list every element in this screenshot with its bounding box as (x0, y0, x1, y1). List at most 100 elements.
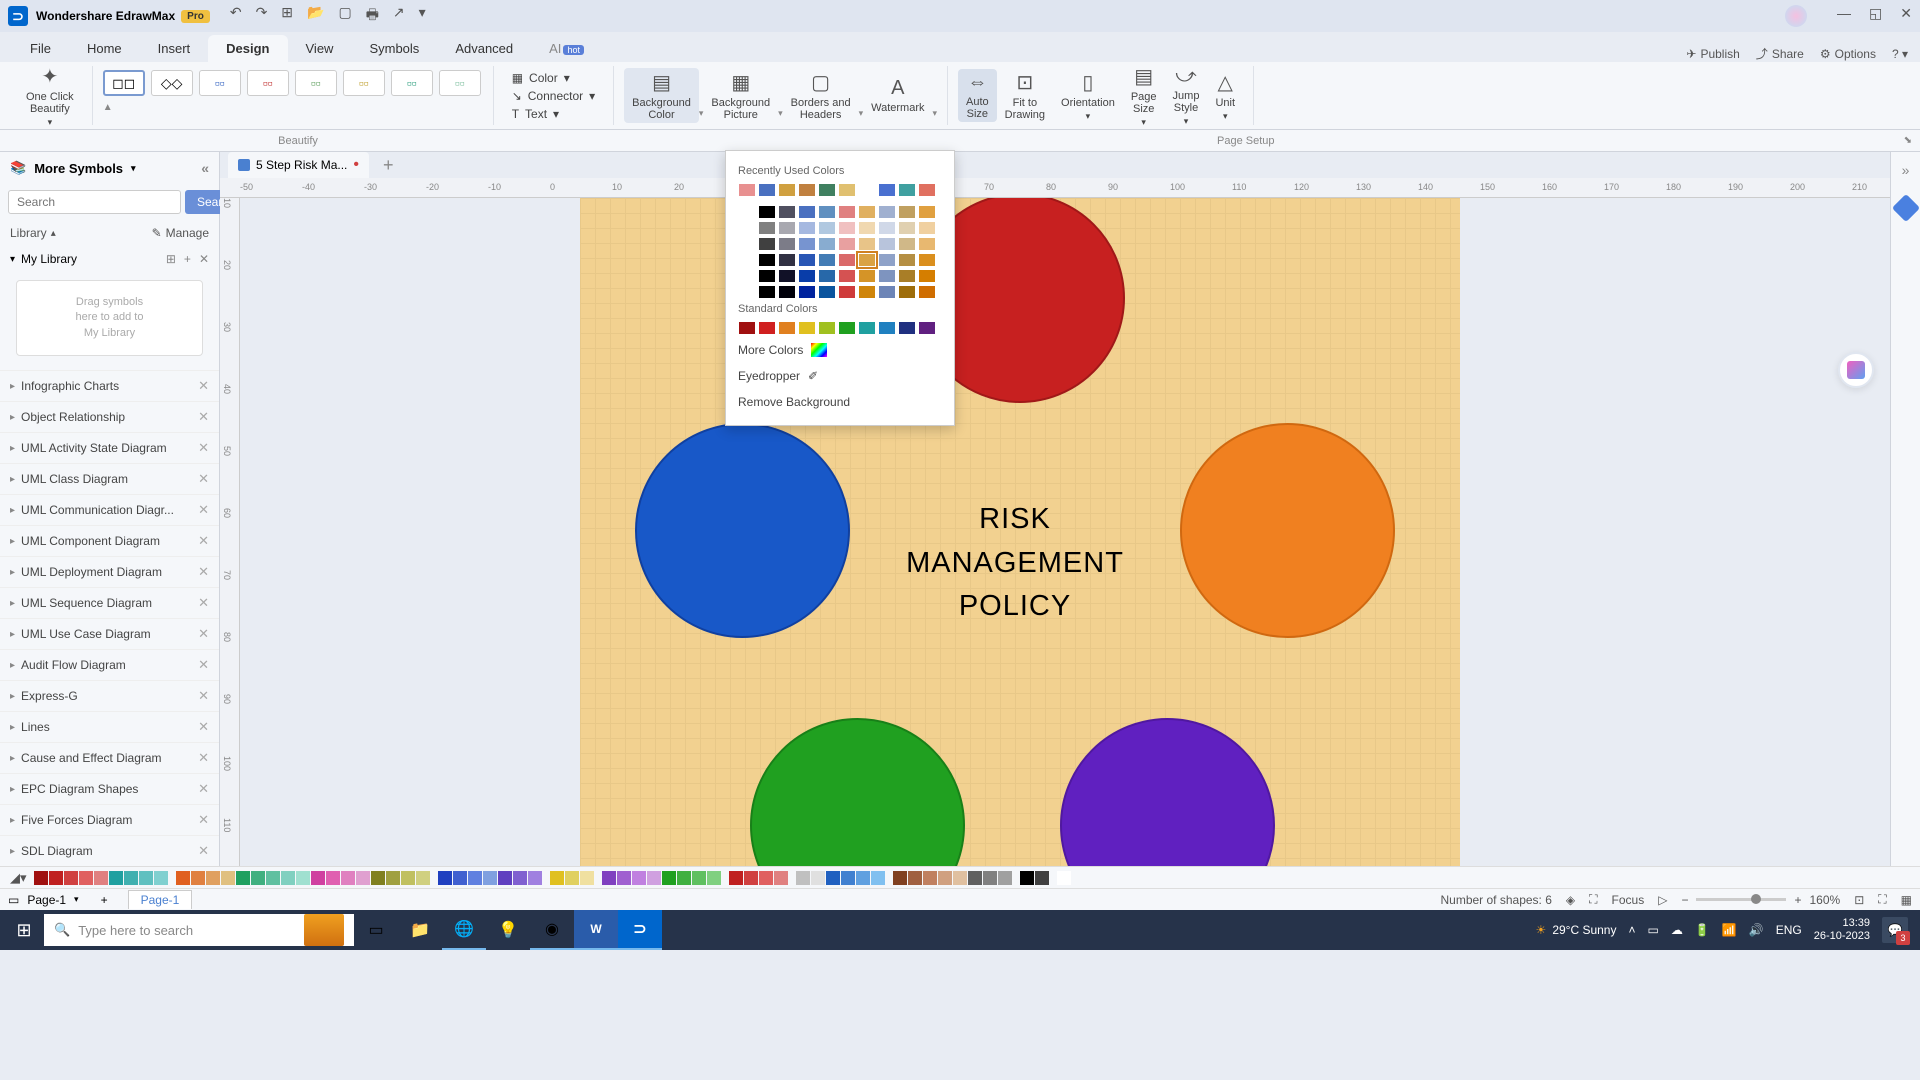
color-swatch[interactable] (778, 269, 796, 283)
colorstrip-swatch[interactable] (968, 871, 982, 885)
auto-size-button[interactable]: ⇔Auto Size (958, 69, 997, 122)
category-item[interactable]: ▸UML Use Case Diagram✕ (0, 618, 219, 649)
background-picture-button[interactable]: ▦Background Picture (703, 68, 778, 123)
category-close-icon[interactable]: ✕ (198, 626, 209, 642)
colorstrip-swatch[interactable] (438, 871, 452, 885)
category-close-icon[interactable]: ✕ (198, 719, 209, 735)
color-swatch[interactable] (858, 205, 876, 219)
color-swatch[interactable] (738, 221, 756, 235)
colorstrip-swatch[interactable] (483, 871, 497, 885)
page-menu-label[interactable]: Page-1 (27, 893, 66, 907)
colorstrip-swatch[interactable] (94, 871, 108, 885)
colorstrip-swatch[interactable] (326, 871, 340, 885)
color-swatch[interactable] (818, 269, 836, 283)
colorstrip-swatch[interactable] (550, 871, 564, 885)
color-swatch[interactable] (758, 183, 776, 197)
category-close-icon[interactable]: ✕ (198, 378, 209, 394)
zoom-in-button[interactable]: + (1794, 893, 1801, 907)
clock[interactable]: 13:39 26-10-2023 (1814, 917, 1870, 943)
color-swatch[interactable] (818, 253, 836, 267)
tab-insert[interactable]: Insert (140, 35, 209, 62)
beautify-preset-3[interactable]: ▫▫ (199, 70, 241, 96)
colorstrip-swatch[interactable] (1050, 871, 1056, 885)
export-button[interactable]: ↗ (393, 4, 405, 28)
colorstrip-swatch[interactable] (236, 871, 250, 885)
shape-green-circle[interactable] (750, 718, 965, 866)
colorstrip-swatch[interactable] (109, 871, 123, 885)
colorstrip-swatch[interactable] (281, 871, 295, 885)
colorstrip-swatch[interactable] (401, 871, 415, 885)
color-swatch[interactable] (918, 237, 936, 251)
fit-width-icon[interactable]: ⛶ (1878, 892, 1886, 907)
color-swatch[interactable] (858, 285, 876, 299)
category-item[interactable]: ▸Object Relationship✕ (0, 401, 219, 432)
open-button[interactable]: 📂 (307, 4, 324, 28)
color-swatch[interactable] (918, 321, 936, 335)
colorstrip-swatch[interactable] (221, 871, 235, 885)
color-swatch[interactable] (818, 183, 836, 197)
colorstrip-swatch[interactable] (431, 871, 437, 885)
colorstrip-swatch[interactable] (453, 871, 467, 885)
color-swatch[interactable] (818, 285, 836, 299)
category-item[interactable]: ▸UML Communication Diagr...✕ (0, 494, 219, 525)
colorstrip-swatch[interactable] (856, 871, 870, 885)
task-view-icon[interactable]: ▭ (354, 910, 398, 950)
qat-more-button[interactable]: ▾ (419, 4, 426, 28)
color-swatch[interactable] (878, 253, 896, 267)
eyedropper-button[interactable]: Eyedropper✐ (738, 363, 942, 389)
color-swatch[interactable] (838, 285, 856, 299)
beautify-preset-4[interactable]: ▫▫ (247, 70, 289, 96)
colorstrip-swatch[interactable] (311, 871, 325, 885)
focus-mode[interactable]: Focus (1612, 893, 1645, 907)
print-button[interactable]: 🖶 (366, 4, 379, 28)
beautify-preset-7[interactable]: ▫▫ (391, 70, 433, 96)
collapse-panel-button[interactable]: « (201, 160, 209, 176)
colorstrip-swatch[interactable] (341, 871, 355, 885)
language-indicator[interactable]: ENG (1776, 923, 1802, 937)
colorstrip-swatch[interactable] (811, 871, 825, 885)
category-item[interactable]: ▸Five Forces Diagram✕ (0, 804, 219, 835)
colorstrip-swatch[interactable] (356, 871, 370, 885)
watermark-button[interactable]: AWatermark (863, 75, 932, 116)
color-swatch[interactable] (878, 237, 896, 251)
meet-now-icon[interactable]: ▭ (1648, 923, 1659, 937)
color-swatch[interactable] (878, 321, 896, 335)
presentation-icon[interactable]: ▷ (1658, 893, 1667, 907)
colorstrip-swatch[interactable] (468, 871, 482, 885)
colorstrip-swatch[interactable] (154, 871, 168, 885)
tab-advanced[interactable]: Advanced (437, 35, 531, 62)
user-avatar[interactable] (1785, 5, 1807, 27)
background-color-button[interactable]: ▤Background Color (624, 68, 699, 123)
colorstrip-swatch[interactable] (565, 871, 579, 885)
beautify-preset-8[interactable]: ▫▫ (439, 70, 481, 96)
colorstrip-swatch[interactable] (692, 871, 706, 885)
fill-tool-icon[interactable]: ◢▾ (10, 870, 27, 886)
color-swatch[interactable] (798, 221, 816, 235)
color-swatch[interactable] (898, 183, 916, 197)
colorstrip-swatch[interactable] (722, 871, 728, 885)
color-swatch[interactable] (838, 237, 856, 251)
category-item[interactable]: ▸EPC Diagram Shapes✕ (0, 773, 219, 804)
category-item[interactable]: ▸Audit Flow Diagram✕ (0, 649, 219, 680)
colorstrip-swatch[interactable] (528, 871, 542, 885)
category-close-icon[interactable]: ✕ (198, 595, 209, 611)
colorstrip-swatch[interactable] (49, 871, 63, 885)
color-swatch[interactable] (738, 205, 756, 219)
page-tab-1[interactable]: Page-1 (128, 890, 193, 909)
new-button[interactable]: ⊞ (281, 4, 293, 28)
center-text[interactable]: RISK MANAGEMENT POLICY (860, 498, 1170, 629)
weather-widget[interactable]: ☀ 29°C Sunny (1536, 923, 1617, 937)
close-button[interactable]: ✕ (1900, 5, 1912, 27)
colorstrip-swatch[interactable] (632, 871, 646, 885)
category-item[interactable]: ▸Infographic Charts✕ (0, 370, 219, 401)
share-button[interactable]: ⤴ Share (1756, 45, 1804, 62)
text-dropdown[interactable]: TText▾ (512, 107, 595, 121)
edrawmax-icon[interactable]: ⊃ (618, 910, 662, 950)
category-item[interactable]: ▸UML Activity State Diagram✕ (0, 432, 219, 463)
undo-button[interactable]: ↶ (230, 4, 242, 28)
color-swatch[interactable] (918, 285, 936, 299)
tab-file[interactable]: File (12, 35, 69, 62)
tab-symbols[interactable]: Symbols (351, 35, 437, 62)
category-item[interactable]: ▸Lines✕ (0, 711, 219, 742)
right-panel-icon[interactable] (1891, 194, 1919, 222)
